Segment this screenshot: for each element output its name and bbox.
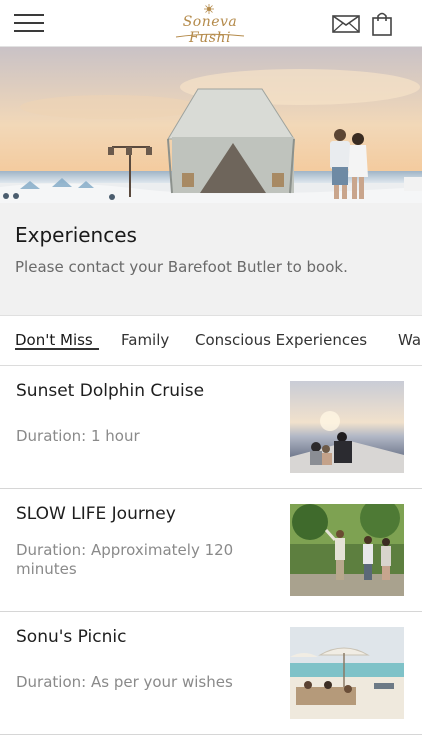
item-thumbnail[interactable] <box>290 381 404 473</box>
list-item[interactable]: Sonu's Picnic Duration: As per your wish… <box>0 612 422 735</box>
list-item[interactable]: Sunset Dolphin Cruise Duration: 1 hour <box>0 366 422 489</box>
item-duration: Duration: Approximately 120 minutes <box>16 541 234 578</box>
envelope-icon[interactable] <box>332 15 360 33</box>
shopping-bag-icon[interactable] <box>372 11 392 36</box>
hero-image <box>0 47 422 203</box>
beach-tent-sunset-photo <box>0 47 422 203</box>
category-tabs: Don't Miss Family Conscious Experiences … <box>0 316 422 366</box>
page-subtitle: Please contact your Barefoot Butler to b… <box>15 258 348 276</box>
item-title: Sonu's Picnic <box>16 627 127 647</box>
garden-walk-photo <box>290 504 404 596</box>
list-item[interactable]: SLOW LIFE Journey Duration: Approximatel… <box>0 489 422 612</box>
intro-section: Experiences Please contact your Barefoot… <box>0 203 422 316</box>
active-tab-indicator <box>15 348 99 350</box>
tab-dont-miss[interactable]: Don't Miss <box>15 331 93 349</box>
hamburger-menu-icon[interactable] <box>14 13 44 33</box>
item-title: Sunset Dolphin Cruise <box>16 381 205 401</box>
beach-picnic-photo <box>290 627 404 719</box>
sunset-boat-photo <box>290 381 404 473</box>
brand-logo[interactable]: Soneva Fushi <box>160 4 260 46</box>
logo-mark-icon <box>204 4 214 14</box>
tab-partial-next[interactable]: Wa <box>398 331 421 349</box>
item-duration: Duration: As per your wishes <box>16 673 233 691</box>
item-duration: Duration: 1 hour <box>16 427 140 445</box>
tab-family[interactable]: Family <box>121 331 169 349</box>
tab-conscious-experiences[interactable]: Conscious Experiences <box>195 331 367 349</box>
logo-swoosh <box>175 33 245 38</box>
item-thumbnail[interactable] <box>290 627 404 719</box>
app-header: Soneva Fushi <box>0 0 422 47</box>
item-thumbnail[interactable] <box>290 504 404 596</box>
page-title: Experiences <box>15 223 137 247</box>
item-title: SLOW LIFE Journey <box>16 504 176 524</box>
brand-logo-text: Soneva Fushi <box>182 14 238 46</box>
